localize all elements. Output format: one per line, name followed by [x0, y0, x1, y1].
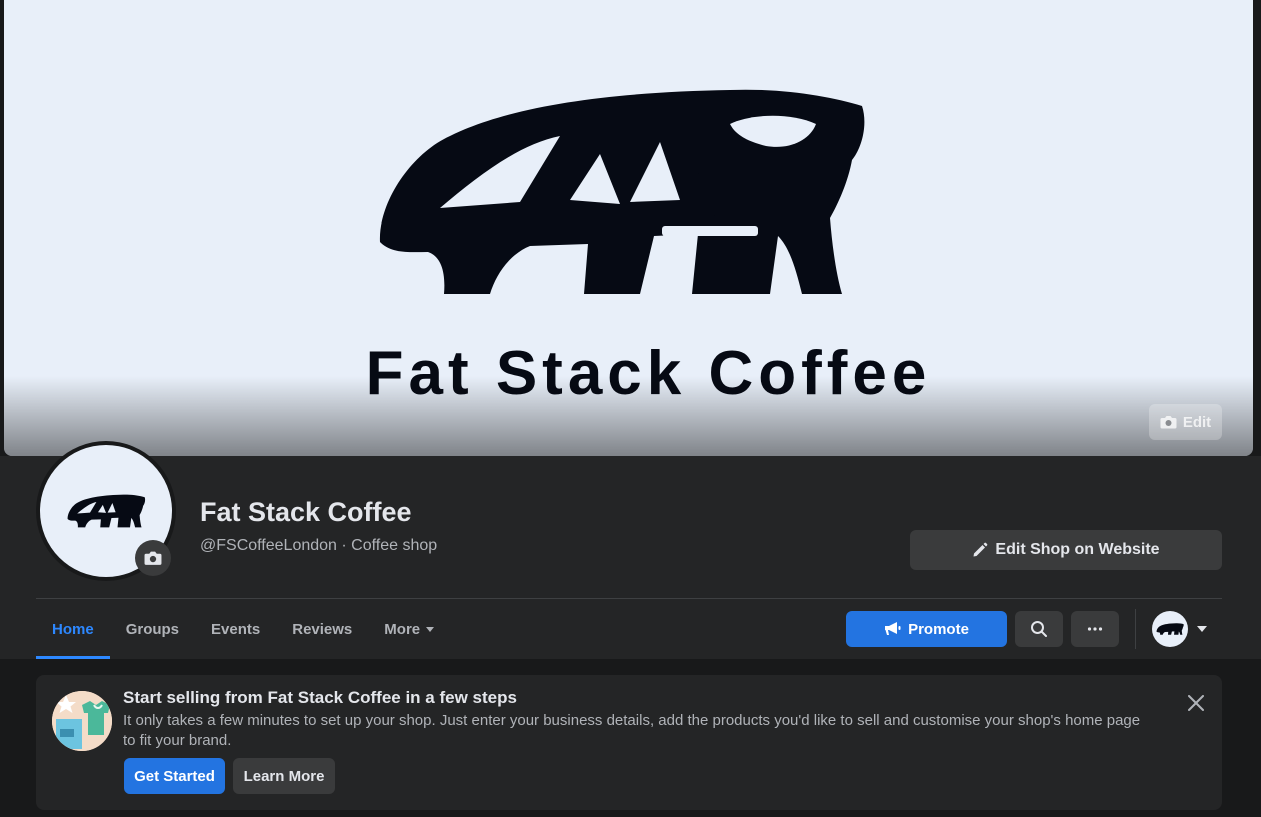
shop-card-description: It only takes a few minutes to set up yo… [123, 712, 1141, 749]
edit-cover-button[interactable]: Edit [1149, 404, 1222, 440]
bear-logo-icon [379, 89, 865, 295]
more-options-button[interactable] [1071, 611, 1119, 647]
shop-illustration-icon [52, 691, 112, 751]
promote-label: Promote [908, 620, 969, 638]
tab-label: More [384, 620, 421, 638]
tab-groups[interactable]: Groups [110, 599, 195, 659]
edit-shop-button[interactable]: Edit Shop on Website [910, 530, 1222, 570]
close-card-button[interactable] [1184, 691, 1208, 715]
cover-gradient [4, 376, 1253, 456]
tab-label: Groups [125, 620, 180, 638]
learn-more-button[interactable]: Learn More [233, 758, 335, 794]
tab-label: Home [52, 620, 94, 638]
caret-down-icon [426, 626, 435, 632]
tab-home[interactable]: Home [36, 599, 110, 659]
close-icon [1188, 695, 1204, 711]
tab-label: Reviews [292, 620, 353, 638]
pencil-icon [973, 542, 988, 557]
tab-events[interactable]: Events [195, 599, 276, 659]
get-started-button[interactable]: Get Started [124, 758, 225, 794]
actions-divider [1135, 609, 1136, 649]
update-profile-picture-button[interactable] [135, 540, 171, 576]
tab-reviews[interactable]: Reviews [276, 599, 368, 659]
search-button[interactable] [1015, 611, 1063, 647]
cover-photo[interactable]: Fat Stack Coffee Edit [4, 0, 1253, 456]
search-icon [1031, 621, 1047, 637]
bear-logo-icon [1156, 623, 1184, 635]
caret-down-icon[interactable] [1197, 626, 1207, 632]
shop-card-title: Start selling from Fat Stack Coffee in a… [123, 688, 517, 707]
ellipsis-icon [1087, 627, 1103, 631]
shop-illustration-graphic [52, 691, 112, 751]
edit-shop-label: Edit Shop on Website [995, 541, 1160, 558]
bear-logo-icon [67, 494, 146, 528]
tab-label: Events [211, 620, 261, 638]
camera-icon [1160, 416, 1177, 429]
tab-more[interactable]: More [368, 599, 450, 659]
profile-switcher-avatar[interactable] [1152, 611, 1188, 647]
edit-cover-label: Edit [1182, 413, 1212, 431]
promote-button[interactable]: Promote [846, 611, 1007, 647]
page-handle-category: @FSCoffeeLondon · Coffee shop [200, 537, 438, 554]
megaphone-icon [885, 622, 901, 635]
page-name: Fat Stack Coffee [200, 497, 412, 527]
page-tabs: Home Groups Events Reviews More [36, 599, 450, 659]
camera-icon [144, 551, 162, 565]
shop-setup-card: Start selling from Fat Stack Coffee in a… [36, 675, 1222, 810]
